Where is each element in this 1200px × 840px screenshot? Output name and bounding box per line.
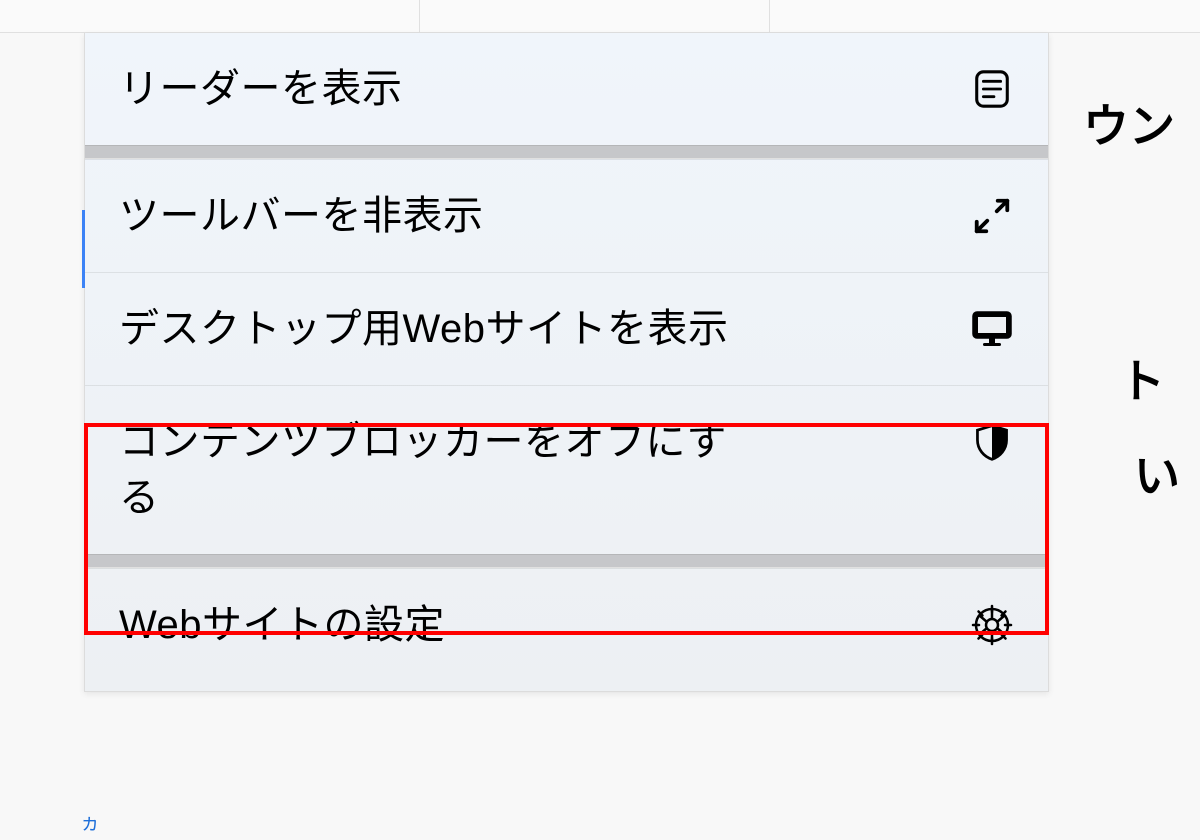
reader-icon [970, 67, 1014, 111]
menu-item-request-desktop-site[interactable]: デスクトップ用Webサイトを表示 [85, 272, 1048, 385]
shield-icon [970, 420, 1014, 464]
selection-marker [82, 210, 85, 288]
menu-item-label: ツールバーを非表示 [119, 188, 970, 244]
menu-item-website-settings[interactable]: Webサイトの設定 [85, 568, 1048, 691]
background-text-fragment: ト [1119, 345, 1165, 411]
background-text-fragment: い [1134, 440, 1180, 506]
toolbar-segment [0, 0, 420, 33]
top-toolbar-bg [0, 0, 1200, 33]
arrows-diagonal-icon [970, 194, 1014, 238]
menu-separator [85, 554, 1048, 568]
desktop-icon [970, 307, 1014, 351]
menu-item-label: リーダーを表示 [119, 61, 970, 117]
menu-item-label: デスクトップ用Webサイトを表示 [119, 301, 970, 357]
gear-icon [970, 603, 1014, 647]
menu-separator [85, 145, 1048, 159]
small-marker-text: ヵ [80, 806, 100, 835]
toolbar-segment [420, 0, 770, 33]
menu-item-show-reader[interactable]: リーダーを表示 [85, 33, 1048, 145]
menu-item-label: Webサイトの設定 [119, 597, 970, 653]
menu-item-label: コンテンツブロッカーをオフにする [119, 414, 759, 526]
background-text-fragment: ウン [1083, 90, 1175, 156]
menu-item-hide-toolbar[interactable]: ツールバーを非表示 [85, 159, 1048, 272]
aa-menu: リーダーを表示 ツールバーを非表示 デスクトップ用Web [84, 33, 1049, 692]
menu-item-turn-off-content-blockers[interactable]: コンテンツブロッカーをオフにする [85, 385, 1048, 554]
